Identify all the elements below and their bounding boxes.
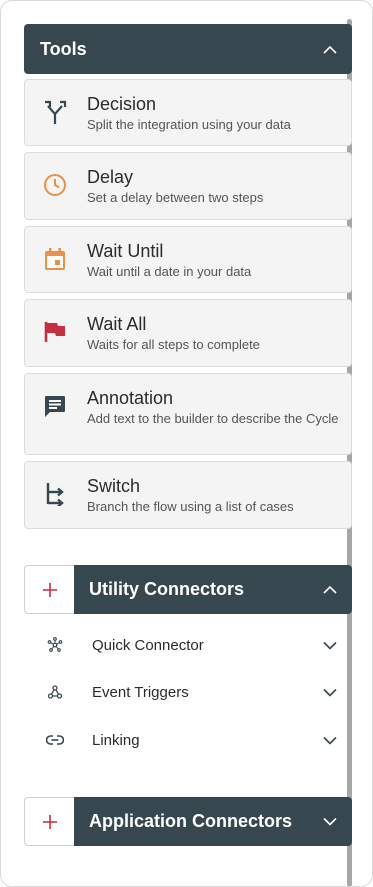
list-item-event-triggers[interactable]: Event Triggers — [24, 672, 344, 712]
tool-description: Split the integration using your data — [87, 117, 291, 132]
chevron-down-icon[interactable] — [322, 637, 338, 653]
chevron-down-icon[interactable] — [322, 814, 338, 830]
tools-section-header[interactable]: Tools — [24, 24, 352, 74]
tool-delay[interactable]: Delay Set a delay between two steps — [24, 152, 352, 220]
list-item-label: Event Triggers — [92, 683, 189, 701]
link-icon — [45, 730, 65, 750]
add-application-connector-button[interactable] — [24, 797, 74, 846]
split-arrows-icon — [37, 94, 73, 130]
integration-builder-panel: Tools Decision Split the integration usi… — [0, 0, 373, 887]
application-connectors-header[interactable]: Application Connectors — [24, 797, 352, 846]
tool-name: Delay — [87, 167, 134, 187]
plus-icon — [42, 582, 57, 597]
tool-decision[interactable]: Decision Split the integration using you… — [24, 79, 352, 146]
flag-icon — [37, 314, 73, 350]
comment-icon — [37, 388, 73, 424]
webhook-icon — [45, 682, 65, 702]
application-connectors-title: Application Connectors — [89, 811, 293, 831]
chevron-down-icon[interactable] — [322, 684, 338, 700]
tool-description: Set a delay between two steps — [87, 190, 264, 205]
tool-name: Wait All — [87, 314, 147, 334]
calendar-icon — [37, 241, 73, 277]
list-item-label: Quick Connector — [92, 636, 204, 654]
clock-icon — [37, 167, 73, 203]
list-item-linking[interactable]: Linking — [24, 720, 344, 760]
list-item-label: Linking — [92, 731, 140, 749]
tool-name: Switch — [87, 476, 141, 496]
tool-description: Wait until a date in your data — [87, 264, 252, 279]
tool-name: Wait Until — [87, 241, 164, 261]
plus-icon — [42, 814, 57, 829]
add-utility-connector-button[interactable] — [24, 565, 74, 614]
branch-arrows-icon — [37, 476, 73, 512]
chevron-up-icon[interactable] — [322, 41, 338, 57]
tool-description: Waits for all steps to complete — [87, 337, 260, 352]
tool-description: Branch the flow using a list of cases — [87, 499, 294, 514]
utility-connectors-title: Utility Connectors — [89, 579, 245, 599]
tools-title: Tools — [40, 38, 87, 59]
tool-name: Decision — [87, 94, 157, 114]
list-item-quick-connector[interactable]: Quick Connector — [24, 625, 344, 665]
tool-annotation[interactable]: Annotation Add text to the builder to de… — [24, 373, 352, 455]
tool-description: Add text to the builder to describe the … — [87, 411, 339, 426]
tool-wait-all[interactable]: Wait All Waits for all steps to complete — [24, 299, 352, 367]
chevron-down-icon[interactable] — [322, 732, 338, 748]
tool-switch[interactable]: Switch Branch the flow using a list of c… — [24, 461, 352, 529]
utility-connectors-header[interactable]: Utility Connectors — [24, 565, 352, 614]
tool-name: Annotation — [87, 388, 174, 408]
hub-icon — [45, 635, 65, 655]
chevron-up-icon[interactable] — [322, 582, 338, 598]
tool-wait-until[interactable]: Wait Until Wait until a date in your dat… — [24, 226, 352, 293]
